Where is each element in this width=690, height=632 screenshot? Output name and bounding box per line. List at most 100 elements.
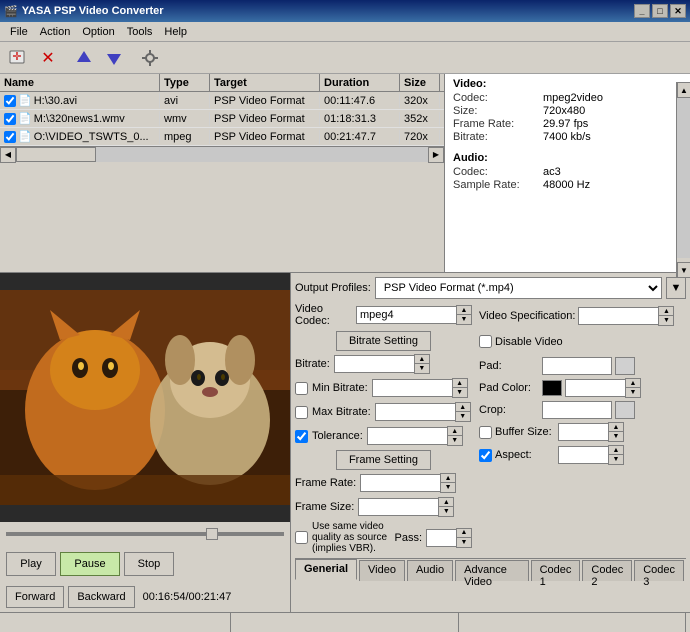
buffer-size-down[interactable]: ▼: [609, 432, 623, 441]
scroll-up-arrow[interactable]: ▲: [677, 82, 690, 98]
frame-rate-up[interactable]: ▲: [441, 474, 455, 483]
menu-action[interactable]: Action: [34, 24, 77, 40]
aspect-up[interactable]: ▲: [609, 446, 623, 455]
tab-generial[interactable]: Generial: [295, 559, 357, 580]
bitrate-up[interactable]: ▲: [415, 355, 429, 364]
file-checkbox-0[interactable]: [4, 95, 16, 107]
menu-help[interactable]: Help: [158, 24, 193, 40]
tab-codec2[interactable]: Codec 2: [582, 560, 632, 581]
buffer-size-checkbox[interactable]: [479, 426, 492, 439]
pad-color-swatch[interactable]: [542, 380, 562, 396]
crop-button[interactable]: [615, 401, 635, 419]
aspect-input[interactable]: 1.78: [558, 446, 608, 464]
scroll-track[interactable]: [16, 147, 428, 162]
forward-button[interactable]: Forward: [6, 586, 64, 608]
scroll-down-arrow[interactable]: ▼: [677, 262, 690, 272]
pass-input[interactable]: 1: [426, 529, 456, 547]
frame-size-container: 320x240 ▲ ▼: [358, 497, 454, 517]
pad-color-input[interactable]: clBlack: [565, 379, 625, 397]
frame-size-input[interactable]: 320x240: [358, 498, 438, 516]
menu-file[interactable]: File: [4, 24, 34, 40]
frame-rate-input[interactable]: 29.97: [360, 474, 440, 492]
pad-color-down[interactable]: ▼: [626, 388, 640, 397]
close-button[interactable]: ✕: [670, 4, 686, 18]
buffer-size-up[interactable]: ▲: [609, 423, 623, 432]
pause-button[interactable]: Pause: [60, 552, 120, 576]
table-row[interactable]: 📄 M:\320news1.wmv wmv PSP Video Format 0…: [0, 110, 444, 128]
menu-tools[interactable]: Tools: [121, 24, 159, 40]
frame-size-down[interactable]: ▼: [439, 507, 453, 516]
crop-input[interactable]: 0;0;0;0: [542, 401, 612, 419]
use-source-quality-label: Use same video quality as source (implie…: [312, 521, 390, 554]
video-spec-down[interactable]: ▼: [659, 316, 673, 325]
aspect-down[interactable]: ▼: [609, 455, 623, 464]
bitrate-setting-button[interactable]: Bitrate Setting: [336, 331, 431, 351]
move-down-button[interactable]: [100, 45, 128, 71]
pad-input[interactable]: 0;0;0;0: [542, 357, 612, 375]
video-codec-up[interactable]: ▲: [457, 306, 471, 315]
tab-advance-video[interactable]: Advance Video: [455, 560, 529, 581]
tolerance-checkbox[interactable]: [295, 430, 308, 443]
file-checkbox-1[interactable]: [4, 113, 16, 125]
crop-row: Crop: 0;0;0;0: [479, 401, 683, 419]
max-bitrate-checkbox[interactable]: [295, 406, 308, 419]
bitrate-input[interactable]: 652: [334, 355, 414, 373]
video-spec-up[interactable]: ▲: [659, 307, 673, 316]
buffer-size-input[interactable]: 0: [558, 423, 608, 441]
disable-video-checkbox[interactable]: [479, 335, 492, 348]
table-row[interactable]: 📄 H:\30.avi avi PSP Video Format 00:11:4…: [0, 92, 444, 110]
max-bitrate-down[interactable]: ▼: [456, 412, 470, 421]
file-size-cell: 720x: [400, 130, 440, 144]
aspect-checkbox[interactable]: [479, 449, 492, 462]
tolerance-up[interactable]: ▲: [448, 427, 462, 436]
scroll-left-arrow[interactable]: ◀: [0, 147, 16, 163]
pass-up[interactable]: ▲: [457, 529, 471, 538]
tab-codec3[interactable]: Codec 3: [634, 560, 684, 581]
pad-color-up[interactable]: ▲: [626, 379, 640, 388]
frame-rate-label: Frame Rate:: [295, 477, 356, 489]
min-bitrate-checkbox[interactable]: [295, 382, 308, 395]
min-bitrate-up[interactable]: ▲: [453, 379, 467, 388]
frame-setting-button[interactable]: Frame Setting: [336, 450, 431, 470]
stop-button[interactable]: Stop: [124, 552, 174, 576]
video-codec-down[interactable]: ▼: [457, 315, 471, 324]
hscroll-bar: ◀ ▶: [0, 146, 444, 162]
use-source-quality-checkbox[interactable]: [295, 531, 308, 544]
tolerance-input[interactable]: 4000: [367, 427, 447, 445]
pass-down[interactable]: ▼: [457, 538, 471, 547]
tab-audio[interactable]: Audio: [407, 560, 453, 581]
frame-size-up[interactable]: ▲: [439, 498, 453, 507]
scroll-right-arrow[interactable]: ▶: [428, 147, 444, 163]
table-row[interactable]: 📄 O:\VIDEO_TSWTS_0... mpeg PSP Video For…: [0, 128, 444, 146]
frame-rate-down[interactable]: ▼: [441, 483, 455, 492]
video-spec-input[interactable]: [578, 307, 658, 325]
tab-video[interactable]: Video: [359, 560, 405, 581]
file-size-cell: 352x: [400, 112, 440, 126]
remove-button[interactable]: ✕: [34, 45, 62, 71]
max-bitrate-input[interactable]: 0: [375, 403, 455, 421]
play-button[interactable]: Play: [6, 552, 56, 576]
backward-button[interactable]: Backward: [68, 586, 134, 608]
settings-button[interactable]: [136, 45, 164, 71]
video-codec-input[interactable]: [356, 306, 456, 324]
file-checkbox-2[interactable]: [4, 131, 16, 143]
output-profiles-arrow[interactable]: ▼: [666, 277, 686, 299]
minimize-button[interactable]: _: [634, 4, 650, 18]
pad-button[interactable]: [615, 357, 635, 375]
tab-codec1[interactable]: Codec 1: [531, 560, 581, 581]
maximize-button[interactable]: □: [652, 4, 668, 18]
menu-option[interactable]: Option: [76, 24, 120, 40]
add-files-button[interactable]: ✛: [4, 45, 32, 71]
min-bitrate-down[interactable]: ▼: [453, 388, 467, 397]
tolerance-down[interactable]: ▼: [448, 436, 462, 445]
scroll-thumb[interactable]: [16, 147, 96, 162]
video-progress-slider[interactable]: [6, 532, 284, 536]
min-bitrate-input[interactable]: 0: [372, 379, 452, 397]
max-bitrate-up[interactable]: ▲: [456, 403, 470, 412]
status-segment-1: [4, 613, 231, 632]
frame-rate-spinner: ▲ ▼: [440, 473, 456, 493]
output-profiles-dropdown[interactable]: PSP Video Format (*.mp4): [375, 277, 662, 299]
file-name-cell: 📄 H:\30.avi: [0, 93, 160, 108]
move-up-button[interactable]: [70, 45, 98, 71]
bitrate-down[interactable]: ▼: [415, 364, 429, 373]
